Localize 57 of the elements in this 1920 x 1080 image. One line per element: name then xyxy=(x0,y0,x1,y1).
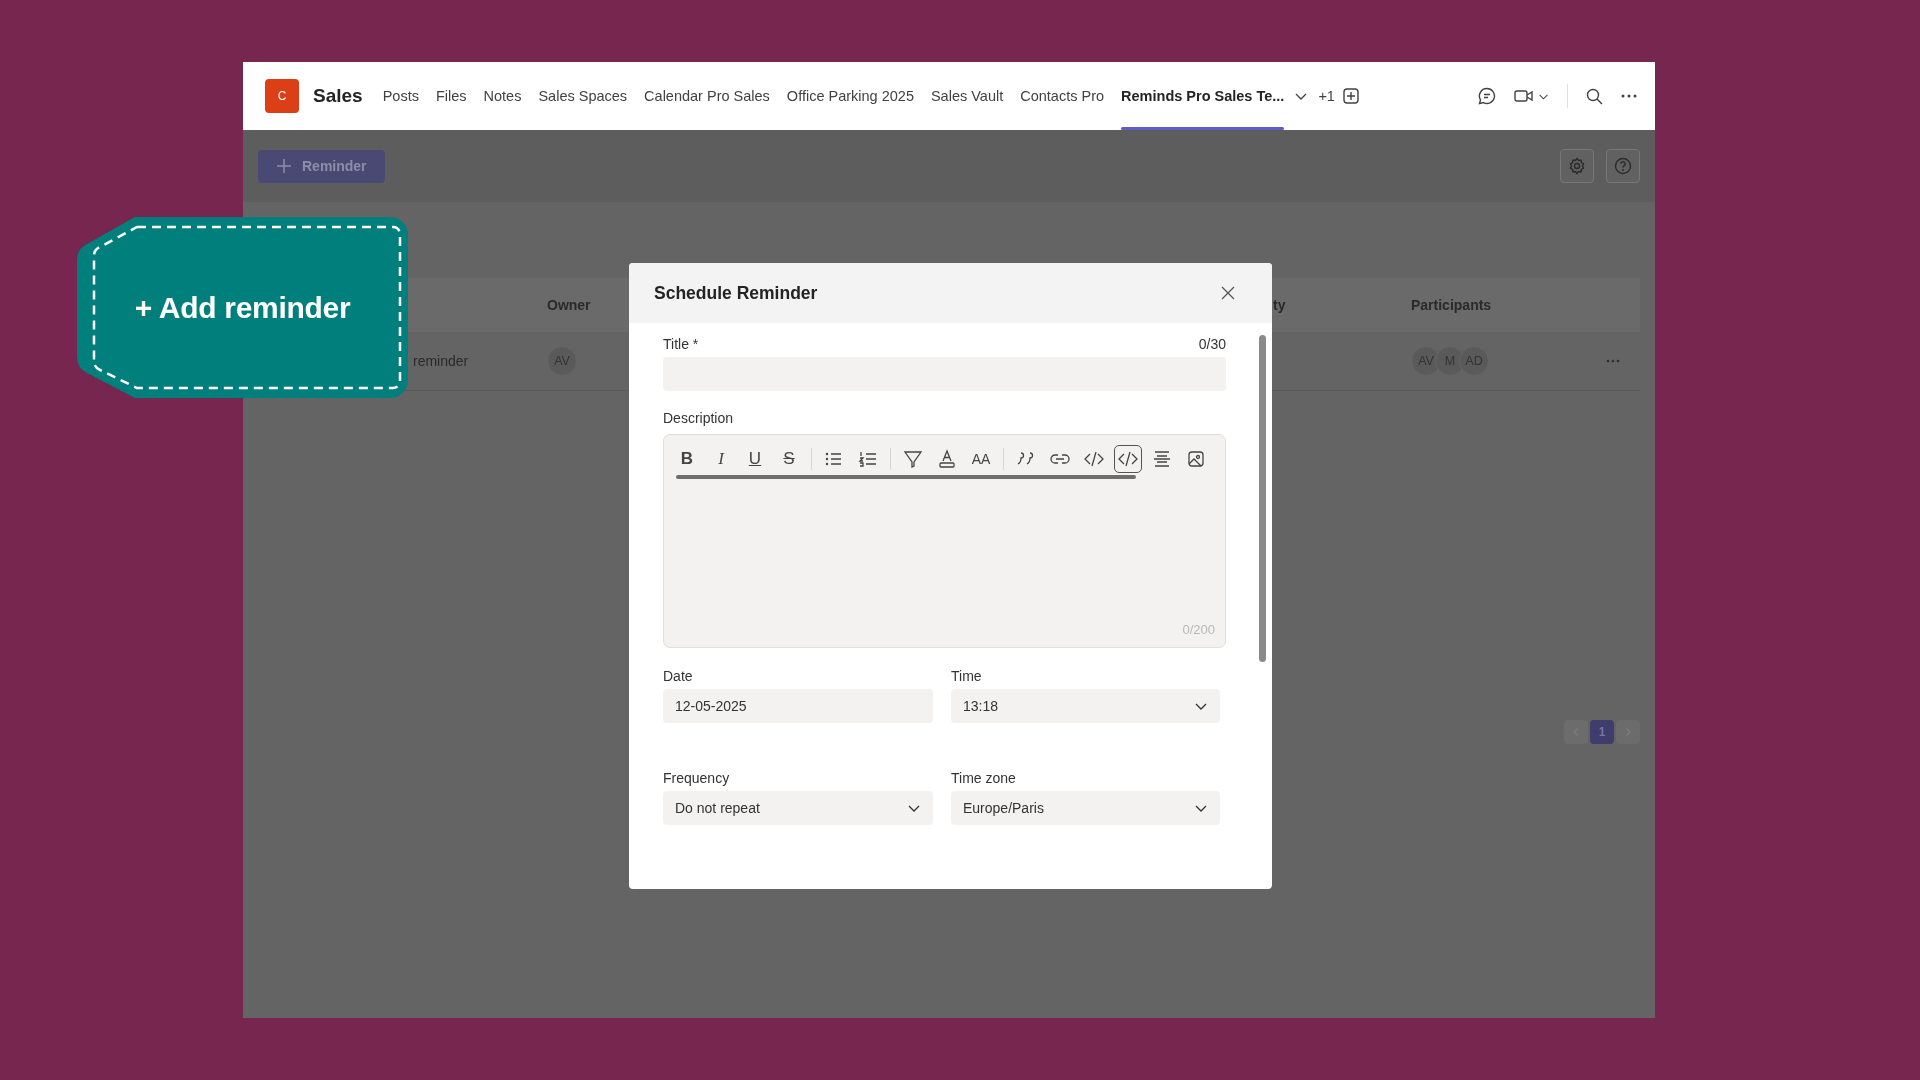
description-editor[interactable]: B I U S AA 0/200 xyxy=(663,434,1226,648)
font-color-icon xyxy=(937,449,957,469)
field-label: Frequency xyxy=(663,769,730,788)
column-header: Participants xyxy=(1411,297,1493,313)
field-label: Description xyxy=(663,409,734,428)
column-header: ty xyxy=(1273,297,1287,313)
channel-tab[interactable]: Posts xyxy=(382,62,419,130)
column-header: Owner xyxy=(547,297,592,313)
fontsize-button[interactable]: AA xyxy=(967,445,995,473)
align-icon xyxy=(1152,449,1172,469)
help-button[interactable] xyxy=(1606,149,1640,183)
underline-button[interactable]: U xyxy=(741,445,769,473)
time-zone-dropdown[interactable]: Europe/Paris xyxy=(951,791,1220,825)
channel-tab[interactable]: Contacts Pro xyxy=(1020,62,1105,130)
plus-icon xyxy=(276,158,292,174)
numbered-list-icon xyxy=(858,449,878,469)
settings-icon xyxy=(1568,157,1586,175)
add-tab-icon[interactable] xyxy=(1342,88,1359,104)
date-field[interactable]: 12-05-2025 xyxy=(663,689,933,723)
image-icon xyxy=(1186,449,1206,469)
field-label: Time xyxy=(951,667,982,686)
video-icon[interactable] xyxy=(1514,88,1534,104)
bold-button[interactable]: B xyxy=(673,445,701,473)
strike-button[interactable]: S xyxy=(775,445,803,473)
help-icon xyxy=(1614,157,1632,175)
frequency-dropdown[interactable]: Do not repeat xyxy=(663,791,933,825)
field-label: Date xyxy=(663,667,693,686)
code-block-icon xyxy=(1118,449,1138,469)
team-name: Sales xyxy=(313,85,363,107)
code-icon xyxy=(1084,449,1104,469)
channel-tab[interactable]: Files xyxy=(435,62,467,130)
character-counter: 0/200 xyxy=(1182,622,1215,637)
search-icon[interactable] xyxy=(1586,87,1603,105)
channel-tab[interactable]: Sales Vault xyxy=(930,62,1004,130)
chat-icon[interactable] xyxy=(1478,87,1496,105)
character-counter: 0/30 xyxy=(1198,335,1226,354)
close-button[interactable] xyxy=(1220,285,1236,301)
field-label: Time zone xyxy=(951,769,1016,788)
channel-tab[interactable]: Sales Spaces xyxy=(538,62,628,130)
team-logo: C xyxy=(265,79,299,113)
channel-tab[interactable]: Reminds Pro Sales Te... xyxy=(1121,62,1285,130)
channel-tab[interactable]: Office Parking 2025 xyxy=(786,62,914,130)
settings-button[interactable] xyxy=(1560,149,1594,183)
channel-tab[interactable]: Calendar Pro Sales xyxy=(644,62,770,130)
scrollbar[interactable] xyxy=(1259,335,1266,662)
highlighter-icon xyxy=(903,449,923,469)
field-label: Title * xyxy=(663,335,699,354)
codeblock-button[interactable] xyxy=(1114,445,1142,473)
toolbar-scrollbar[interactable] xyxy=(676,475,1136,479)
more-icon[interactable] xyxy=(1621,94,1637,98)
table-cell-text: reminder xyxy=(413,353,470,369)
channel-tab[interactable]: Notes xyxy=(483,62,522,130)
time-dropdown[interactable]: 13:18 xyxy=(951,689,1220,723)
more-tabs-link[interactable]: +1 xyxy=(1318,88,1335,104)
dialog-title: Schedule Reminder xyxy=(654,282,818,304)
italic-button[interactable]: I xyxy=(707,445,735,473)
callout-text: + Add reminder xyxy=(134,290,351,325)
